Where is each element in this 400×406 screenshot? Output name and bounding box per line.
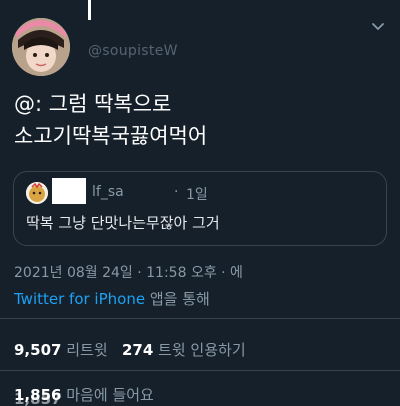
retweet-count[interactable]: 9,507 <box>14 341 61 359</box>
source-app-link[interactable]: Twitter for iPhone <box>14 290 145 308</box>
avatar[interactable] <box>12 18 70 76</box>
quoted-avatar <box>26 182 48 204</box>
tweet-text-line-1: @: 그럼 딱복으로 <box>14 92 172 116</box>
likes-stat[interactable]: 1,856 1,857 마음에 들어요 <box>14 384 154 406</box>
user-handle[interactable]: @soupisteW <box>88 43 178 59</box>
quoted-user-handle: lf_sa <box>92 184 124 200</box>
tweet-timestamp: 2021년 08월 24일 · 11:58 오후 · 에 <box>14 265 243 281</box>
tweet-text-line-2: 소고기딱복국끓여먹어 <box>14 124 208 148</box>
quote-label[interactable]: 트윗 인용하기 <box>158 341 246 359</box>
likes-count[interactable]: 1,856 1,857 <box>14 386 62 406</box>
chevron-down-icon[interactable] <box>371 20 385 34</box>
quoted-separator: · <box>174 184 179 200</box>
tweet-text: @: 그럼 딱복으로 소고기딱복국끓여먹어 <box>14 88 386 152</box>
quoted-tweet[interactable]: lf_sa · 1일 딱복 그냥 단맛나는무잖아 그거 <box>13 171 387 246</box>
retweet-label[interactable]: 리트윗 <box>66 341 107 359</box>
likes-count-next: 1,857 <box>14 390 62 406</box>
quoted-name-redaction <box>52 178 86 204</box>
divider <box>0 318 400 319</box>
engagement-stats: 9,507 리트윗 274 트윗 인용하기 <box>14 339 246 360</box>
source-suffix: 앱을 통해 <box>145 290 210 308</box>
tweet-source: Twitter for iPhone 앱을 통해 <box>14 288 210 309</box>
quoted-text: 딱복 그냥 단맛나는무잖아 그거 <box>26 214 220 232</box>
tweet-header: @soupisteW <box>0 0 400 90</box>
quoted-handle-redaction <box>146 182 172 204</box>
display-name-redacted <box>88 0 91 20</box>
tweet-detail-page: @soupisteW @: 그럼 딱복으로 소고기딱복국끓여먹어 lf_sa ·… <box>0 0 400 406</box>
quote-count[interactable]: 274 <box>122 341 153 359</box>
quoted-time: 1일 <box>186 187 208 203</box>
divider <box>0 370 400 371</box>
likes-label[interactable]: 마음에 들어요 <box>66 386 154 404</box>
